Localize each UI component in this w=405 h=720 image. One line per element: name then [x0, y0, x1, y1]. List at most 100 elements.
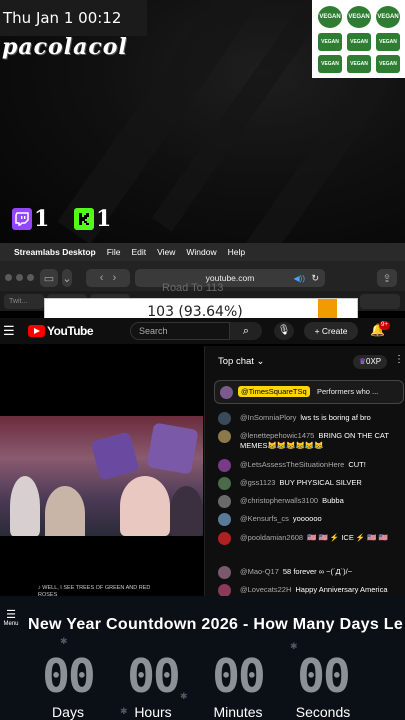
- notification-badge: 9+: [379, 321, 390, 330]
- avatar: [218, 412, 231, 425]
- youtube-logo[interactable]: YouTube: [28, 324, 94, 338]
- chat-text: Bubba: [322, 496, 344, 505]
- menu-button[interactable]: ☰ Menu: [2, 609, 20, 628]
- days-value: 00: [42, 649, 95, 703]
- chat-message-content: @lenettepehowic1475 BRING ON THE CAT MEME…: [240, 431, 404, 451]
- youtube-play-icon: [28, 325, 45, 337]
- chat-message-content: @christopherwalls3100 Bubba: [240, 496, 404, 506]
- goal-faded-label: Road To 113: [162, 282, 224, 294]
- chat-text: CUT!: [348, 460, 366, 469]
- chat-message-content: @Kensurfs_cs yoooooo: [240, 514, 404, 524]
- hours-value: 00: [127, 649, 180, 703]
- chat-author[interactable]: @Kensurfs_cs: [240, 514, 289, 523]
- chat-message-content: @Lovecats22H Happy Anniversary America: [240, 585, 404, 595]
- countdown-minutes: 00 Minutes: [203, 648, 273, 720]
- xp-badge[interactable]: ♛0XP: [353, 355, 387, 369]
- chat-message-content: @Mao-Q17 58 forever ∞ ~(´Д`)/~: [240, 567, 404, 577]
- chat-author[interactable]: @Lovecats22H: [240, 585, 291, 594]
- tab[interactable]: [360, 294, 400, 309]
- menu-view[interactable]: View: [157, 247, 175, 257]
- kick-viewers: 1: [74, 206, 111, 232]
- chat-author[interactable]: @gss1123: [240, 478, 275, 487]
- avatar: [218, 584, 231, 596]
- vegan-badge-icon: VEGAN: [318, 6, 342, 28]
- vegan-badges: VEGAN VEGAN VEGAN VEGAN VEGAN VEGAN VEGA…: [312, 0, 405, 78]
- chat-author[interactable]: @lenettepehowic1475: [240, 431, 314, 440]
- chat-author[interactable]: @LetsAssessTheSituationHere: [240, 460, 344, 469]
- avatar: [220, 386, 233, 399]
- chat-message-content: @InSomniaPlory lws ts is boring af bro: [240, 413, 404, 423]
- menu-window[interactable]: Window: [186, 247, 216, 257]
- create-label: Create: [321, 326, 348, 336]
- menu-file[interactable]: File: [107, 247, 121, 257]
- chat-message-content: @pooldamian2608 🇺🇸 🇺🇸 ⚡ ICE ⚡ 🇺🇸 🇺🇸: [240, 533, 404, 543]
- tab-label: Twit...: [9, 298, 28, 305]
- chat-text: Happy Anniversary America: [295, 585, 388, 594]
- hamburger-menu-icon: ☰: [6, 609, 16, 621]
- live-chat-panel: Top chat ⌄ ♛0XP ⋮ @TimesSquareTSq Perfor…: [204, 346, 405, 596]
- youtube-wordmark: YouTube: [47, 324, 94, 338]
- audio-icon[interactable]: ◀)): [294, 274, 305, 283]
- chat-text: BUY PHYSICAL SILVER: [279, 478, 362, 487]
- avatar: [218, 513, 231, 526]
- search-placeholder: Search: [139, 326, 168, 336]
- chat-author[interactable]: @christopherwalls3100: [240, 496, 318, 505]
- chat-author[interactable]: @Mao-Q17: [240, 567, 279, 576]
- sidebar-icon[interactable]: ▭: [40, 269, 58, 287]
- zoom-window-icon[interactable]: [27, 274, 34, 281]
- days-label: Days: [52, 704, 84, 720]
- chevron-down-icon[interactable]: ⌄: [62, 269, 72, 287]
- hamburger-menu-icon[interactable]: ☰: [3, 323, 15, 339]
- create-button[interactable]: + Create: [304, 322, 358, 340]
- chat-author[interactable]: @pooldamian2608: [240, 533, 303, 542]
- app-name-menu[interactable]: Streamlabs Desktop: [14, 247, 96, 257]
- seconds-value: 00: [297, 649, 350, 703]
- kick-count: 1: [96, 206, 112, 232]
- channel-name: pacolacol: [2, 34, 128, 60]
- avatar: [218, 532, 231, 545]
- search-icon[interactable]: ⌕: [230, 322, 262, 340]
- chat-text: lws ts is boring af bro: [300, 413, 371, 422]
- vegan-badge-icon: VEGAN: [347, 6, 371, 28]
- share-icon[interactable]: ⇪: [377, 269, 397, 287]
- avatar: [218, 566, 231, 579]
- youtube-header: ☰ YouTube Search ⌕ 🎙 + Create 🔔 9+: [0, 318, 405, 344]
- reload-icon[interactable]: ↻: [311, 273, 319, 284]
- video-frame[interactable]: [0, 416, 203, 536]
- chat-title: Top chat: [218, 356, 254, 367]
- countdown-hours: 00 Hours: [118, 648, 188, 720]
- close-window-icon[interactable]: [5, 274, 12, 281]
- back-forward-buttons[interactable]: ‹ ›: [86, 269, 130, 287]
- vegan-badge-icon: VEGAN: [318, 33, 342, 51]
- menu-help[interactable]: Help: [228, 247, 245, 257]
- more-options-icon[interactable]: ⋮: [394, 354, 404, 365]
- tab-twitch[interactable]: Twit...: [4, 294, 44, 309]
- pinned-message[interactable]: @TimesSquareTSq Performers who ...: [214, 380, 404, 404]
- microphone-icon[interactable]: 🎙: [274, 322, 294, 340]
- minutes-label: Minutes: [213, 704, 263, 720]
- video-player[interactable]: [0, 344, 203, 596]
- twitch-icon: [12, 208, 32, 230]
- seconds-label: Seconds: [295, 704, 351, 720]
- vegan-badge-icon: VEGAN: [347, 55, 371, 73]
- page-title: New Year Countdown 2026 - How Many Days …: [28, 616, 404, 633]
- search-input[interactable]: Search: [130, 322, 230, 340]
- menu-edit[interactable]: Edit: [131, 247, 146, 257]
- avatar: [218, 477, 231, 490]
- clock-text: Thu Jan 1 00:12: [3, 9, 122, 27]
- chat-header: Top chat ⌄ ♛0XP ⋮: [205, 346, 405, 376]
- pinned-text: Performers who ...: [317, 387, 379, 396]
- minimize-window-icon[interactable]: [16, 274, 23, 281]
- vegan-badge-icon: VEGAN: [347, 33, 371, 51]
- chat-message-content: @LetsAssessTheSituationHere CUT!: [240, 460, 404, 470]
- chat-author[interactable]: @InSomniaPlory: [240, 413, 296, 422]
- countdown-site: ✱ ✱ ✱ ✱ ☰ Menu New Year Countdown 2026 -…: [0, 596, 405, 720]
- vegan-badge-icon: VEGAN: [376, 33, 400, 51]
- chat-text: yoooooo: [292, 514, 322, 523]
- pinned-author: @TimesSquareTSq: [238, 386, 310, 397]
- countdown-seconds: 00 Seconds: [288, 648, 358, 720]
- chat-mode-dropdown[interactable]: Top chat ⌄: [218, 356, 265, 367]
- xp-value: 0XP: [366, 357, 382, 366]
- clock-panel: Thu Jan 1 00:12: [0, 0, 147, 36]
- twitch-viewers: 1: [12, 206, 49, 232]
